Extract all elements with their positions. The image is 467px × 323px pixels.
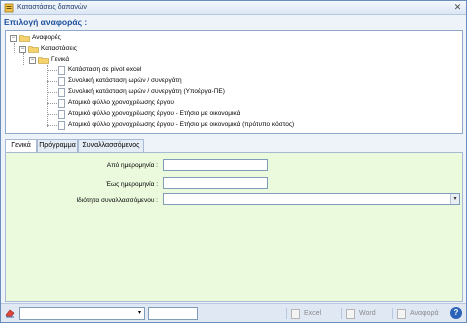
- status-bar: ▾ Excel Word Αναφορά ?: [1, 303, 466, 322]
- collapse-icon[interactable]: −: [19, 45, 26, 53]
- folder-icon: [19, 35, 30, 42]
- tree-connector: [23, 53, 24, 65]
- format-combo[interactable]: ▾: [19, 307, 145, 320]
- report-tree[interactable]: − Αναφορές − Καταστάσεις − Γενικά Κατάστ…: [5, 30, 463, 134]
- word-button[interactable]: Word: [346, 307, 376, 320]
- tree-connector: [47, 65, 48, 127]
- property-select[interactable]: ▾: [163, 193, 460, 205]
- app-icon: [4, 3, 14, 13]
- eraser-icon[interactable]: [5, 308, 15, 318]
- general-form-panel: Από ημερομηνία : Έως ημερομηνία : Ιδιότη…: [5, 152, 463, 302]
- tree-connector: [47, 125, 57, 126]
- tree-item-label: Ατομικό φύλλο χρονοχρέωσης έργου: [68, 99, 174, 106]
- tree-item-label: Κατάσταση σε pivot excel: [68, 66, 142, 73]
- tree-connector: [47, 70, 57, 71]
- tree-item[interactable]: Συνολική κατάσταση ωρών / συνεργάτη: [58, 76, 182, 86]
- document-icon: [58, 98, 65, 108]
- property-label: Ιδιότητα συναλλασσόμενου :: [76, 197, 158, 204]
- tab-general[interactable]: Γενικά: [5, 139, 37, 153]
- tree-item[interactable]: Ατομικό φύλλο χρονοχρέωσης έργου - Ετήσι…: [58, 120, 294, 130]
- excel-button-label: Excel: [304, 310, 322, 317]
- report-button-label: Αναφορά: [410, 310, 439, 317]
- tree-node-statements[interactable]: − Καταστάσεις: [19, 44, 77, 54]
- document-icon: [58, 120, 65, 130]
- collapse-icon[interactable]: −: [29, 56, 36, 64]
- help-icon[interactable]: ?: [450, 307, 462, 319]
- chevron-down-icon[interactable]: ▾: [136, 308, 143, 319]
- to-date-label: Έως ημερομηνία :: [105, 181, 158, 188]
- tree-connector: [47, 114, 57, 115]
- word-button-label: Word: [359, 310, 376, 317]
- separator: [341, 308, 342, 319]
- tree-node-reports[interactable]: − Αναφορές: [10, 33, 61, 43]
- separator: [286, 308, 287, 319]
- tree-item-label: Ατομικό φύλλο χρονοχρέωσης έργου - Ετήσι…: [68, 110, 241, 117]
- tree-node-general[interactable]: − Γενικά: [29, 55, 69, 65]
- tab-program[interactable]: Πρόγραμμα: [37, 139, 78, 152]
- tab-counterparty[interactable]: Συναλλασσόμενος: [78, 139, 144, 152]
- document-icon: [58, 76, 65, 86]
- tree-item[interactable]: Κατάσταση σε pivot excel: [58, 65, 141, 75]
- tree-item[interactable]: Συνολική κατάσταση ωρών / συνεργάτη (Υπο…: [58, 87, 225, 97]
- excel-icon: [291, 308, 300, 319]
- tree-item-label: Συνολική κατάσταση ωρών / συνεργάτη (Υπο…: [68, 88, 225, 95]
- from-date-label: Από ημερομηνία :: [106, 162, 158, 169]
- window-title: Καταστάσεις δαπανών: [17, 4, 87, 11]
- tree-item-label: Ατομικό φύλλο χρονοχρέωσης έργου - Ετήσι…: [68, 121, 295, 128]
- folder-icon: [28, 46, 39, 53]
- report-window: Καταστάσεις δαπανών ✕ Επιλογή αναφοράς :…: [0, 0, 467, 323]
- close-icon[interactable]: ✕: [452, 3, 463, 13]
- tree-item-label: Συνολική κατάσταση ωρών / συνεργάτη: [68, 77, 182, 84]
- title-bar[interactable]: Καταστάσεις δαπανών ✕: [1, 1, 466, 15]
- document-icon: [58, 65, 65, 75]
- tree-connector: [47, 103, 57, 104]
- tree-connector: [14, 43, 15, 53]
- chevron-down-icon[interactable]: ▾: [450, 194, 459, 204]
- report-button[interactable]: Αναφορά: [397, 307, 439, 320]
- report-icon: [397, 308, 406, 319]
- excel-button[interactable]: Excel: [291, 307, 321, 320]
- to-date-input[interactable]: [163, 177, 268, 189]
- collapse-icon[interactable]: −: [10, 34, 17, 42]
- status-text-input[interactable]: [148, 307, 198, 320]
- tree-connector: [47, 92, 57, 93]
- separator: [392, 308, 393, 319]
- tree-item[interactable]: Ατομικό φύλλο χρονοχρέωσης έργου: [58, 98, 174, 108]
- document-icon: [58, 109, 65, 119]
- tree-item[interactable]: Ατομικό φύλλο χρονοχρέωσης έργου - Ετήσι…: [58, 109, 240, 119]
- word-icon: [346, 308, 355, 319]
- document-icon: [58, 87, 65, 97]
- tree-label-reports: Αναφορές: [32, 34, 61, 41]
- from-date-input[interactable]: [163, 159, 268, 171]
- folder-open-icon: [38, 57, 49, 64]
- tree-label-statements: Καταστάσεις: [41, 45, 77, 52]
- tree-connector: [47, 81, 57, 82]
- tree-label-general: Γενικά: [51, 56, 70, 63]
- reports-section-header: Επιλογή αναφοράς :: [4, 17, 88, 27]
